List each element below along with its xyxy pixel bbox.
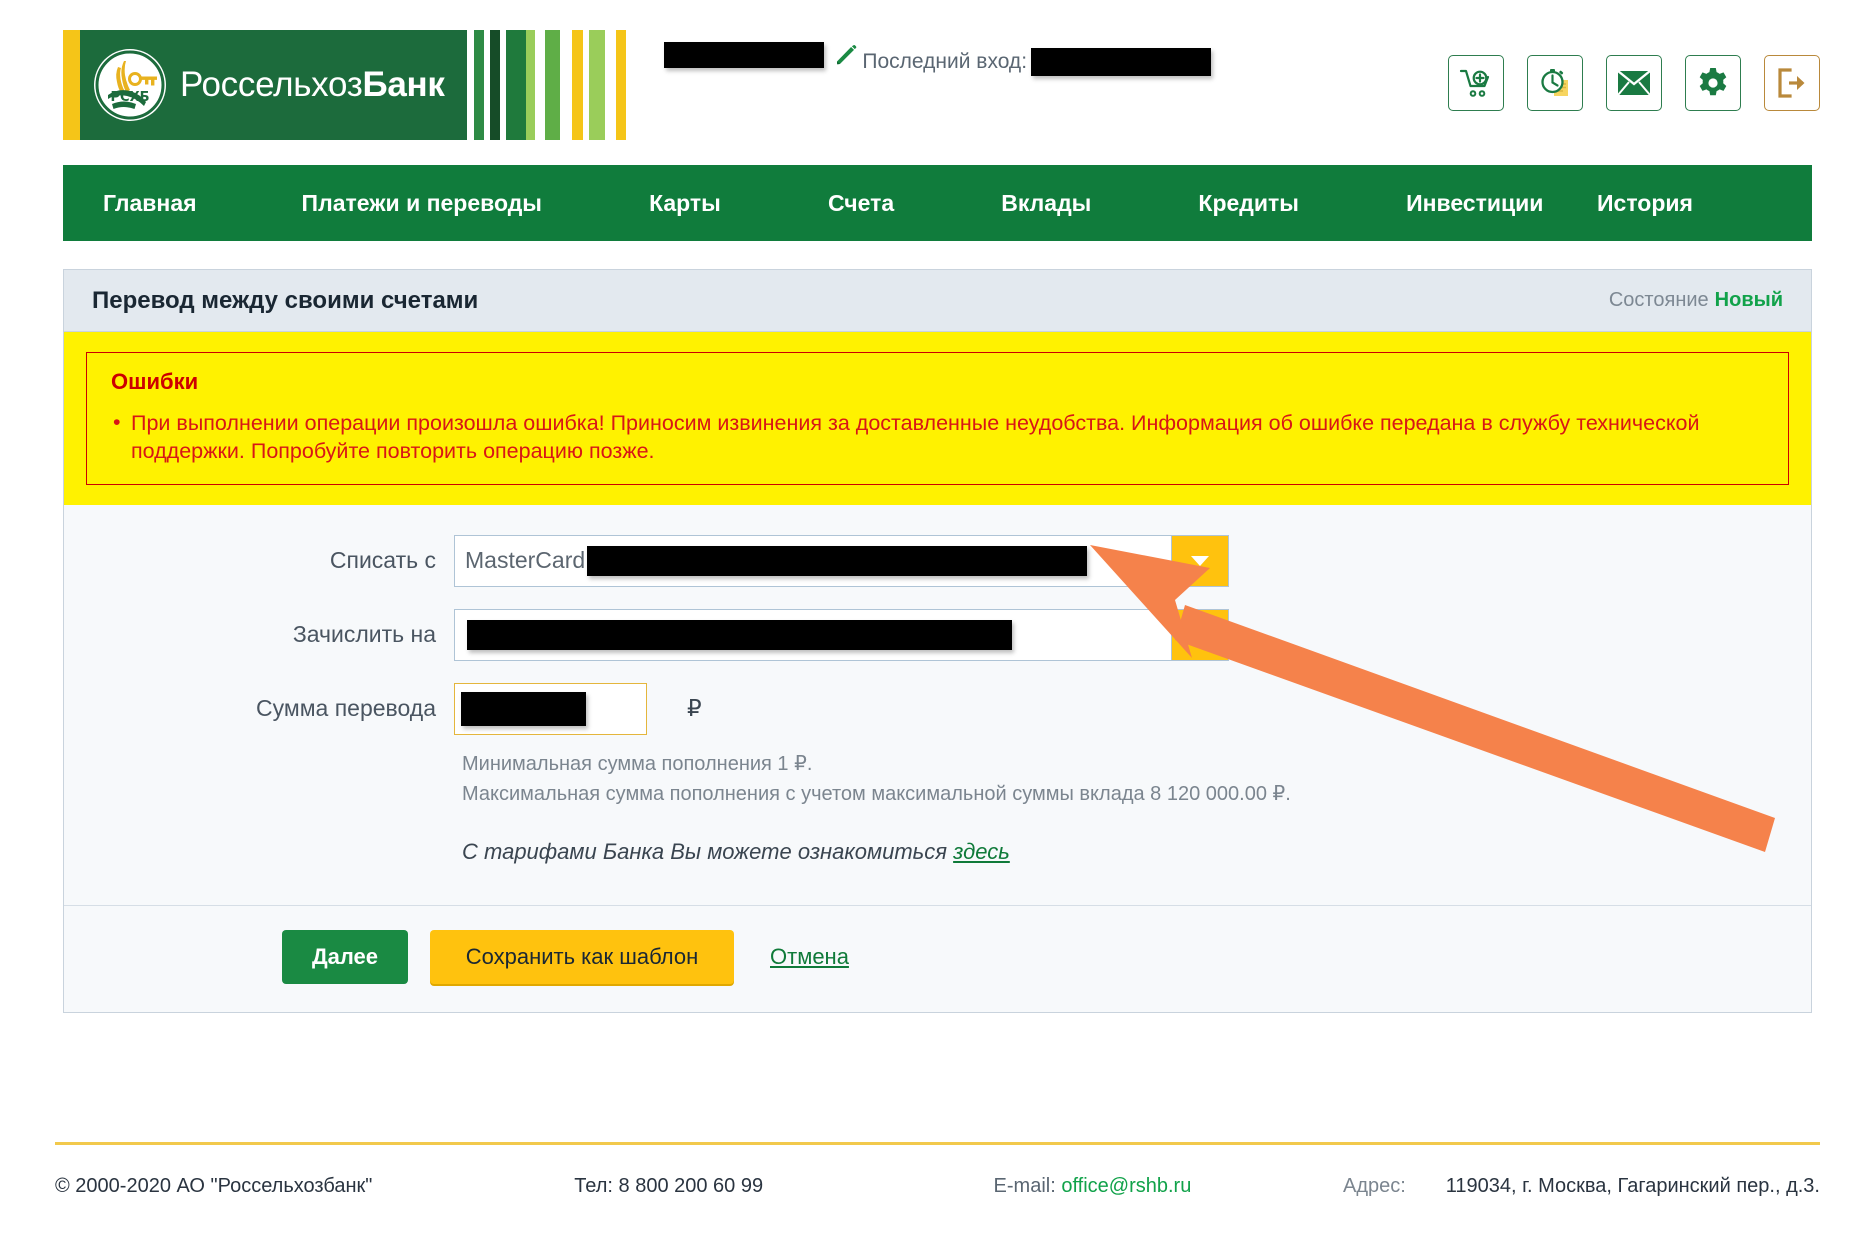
logo-yellow-edge	[63, 30, 80, 140]
form-action-bar: Далее Сохранить как шаблон Отмена	[64, 904, 1811, 1012]
amount-redacted	[461, 691, 586, 726]
to-account-select[interactable]	[454, 608, 1229, 661]
error-box: Ошибки При выполнении операции произошла…	[86, 352, 1789, 485]
save-as-template-button[interactable]: Сохранить как шаблон	[430, 929, 734, 984]
footer-copyright: © 2000-2020 АО "Россельхозбанк"	[55, 1175, 373, 1197]
nav-item-home[interactable]: Главная	[63, 190, 248, 217]
status-label: Состояние	[1608, 289, 1709, 311]
page-title: Перевод между своими счетами	[92, 286, 479, 314]
error-message-item: При выполнении операции произошла ошибка…	[111, 408, 1764, 466]
logo-word-light: Россельхоз	[180, 65, 363, 104]
card-header: Перевод между своими счетами Состояние Но…	[64, 270, 1811, 332]
from-account-label: Списать с	[329, 547, 436, 574]
logo-word-bold: Банк	[362, 65, 445, 104]
from-account-chevron-down-icon[interactable]	[1171, 535, 1228, 586]
cart-add-icon[interactable]	[1448, 55, 1504, 111]
to-account-chevron-down-icon[interactable]	[1171, 609, 1228, 660]
logout-icon[interactable]	[1764, 55, 1820, 111]
bank-logo[interactable]: РСХБ РоссельхозБанк	[63, 30, 626, 140]
user-name-redacted	[663, 42, 824, 68]
nav-item-cards[interactable]: Карты	[596, 190, 775, 217]
next-button[interactable]: Далее	[282, 929, 408, 984]
page-header: РСХБ РоссельхозБанк Последний вход:	[0, 0, 1875, 165]
user-name-row	[663, 42, 858, 68]
transfer-form: Списать с MasterCard Зачислить на Сумма …	[64, 504, 1811, 905]
status-badge: Состояние Новый	[1609, 289, 1783, 312]
logo-wordmark: РоссельхозБанк	[180, 65, 445, 105]
status-value: Новый	[1714, 289, 1783, 311]
to-account-value	[455, 610, 1171, 660]
tariffs-link[interactable]: здесь	[953, 839, 1010, 864]
footer-email: E-mail: office@rshb.ru	[994, 1175, 1343, 1198]
from-account-value: MasterCard	[455, 536, 1171, 586]
last-login-label: Последний вход:	[862, 50, 1028, 73]
amount-hint-max: Максимальная сумма пополнения с учетом м…	[462, 782, 1291, 805]
footer-address-label: Адрес:	[1342, 1175, 1406, 1197]
footer-email-label: E-mail:	[993, 1175, 1056, 1197]
error-banner: Ошибки При выполнении операции произошла…	[64, 332, 1811, 505]
page-footer: © 2000-2020 АО "Россельхозбанк" Тел: 8 8…	[0, 1142, 1875, 1252]
from-account-select[interactable]: MasterCard	[454, 534, 1229, 587]
nav-item-accounts[interactable]: Счета	[774, 190, 947, 217]
from-account-text: MasterCard	[465, 547, 586, 574]
nav-item-credits[interactable]: Кредиты	[1145, 190, 1353, 217]
form-row-amount: Сумма перевода ₽	[64, 682, 1811, 735]
cancel-link[interactable]: Отмена	[770, 944, 849, 970]
from-account-redacted	[587, 545, 1088, 576]
amount-hint-min: Минимальная сумма пополнения 1 ₽.	[462, 752, 813, 775]
last-login-redacted	[1031, 48, 1212, 76]
to-account-redacted	[467, 619, 1012, 650]
gear-icon[interactable]	[1685, 55, 1741, 111]
nav-item-deposits[interactable]: Вклады	[948, 190, 1145, 217]
nav-item-payments[interactable]: Платежи и переводы	[248, 190, 596, 217]
footer-email-value[interactable]: office@rshb.ru	[1061, 1175, 1191, 1197]
nav-item-history[interactable]: История	[1597, 190, 1812, 217]
amount-label: Сумма перевода	[256, 695, 436, 722]
logo-stripes	[473, 30, 626, 140]
tariffs-text: С тарифами Банка Вы можете ознакомиться	[462, 838, 947, 864]
error-message-list: При выполнении операции произошла ошибка…	[111, 408, 1764, 466]
svg-text:РСХБ: РСХБ	[111, 90, 150, 105]
mail-icon[interactable]	[1606, 55, 1662, 111]
form-row-to: Зачислить на	[64, 608, 1811, 661]
footer-content: © 2000-2020 АО "Россельхозбанк" Тел: 8 8…	[0, 1145, 1875, 1198]
footer-address-value: 119034, г. Москва, Гагаринский пер., д.3…	[1445, 1175, 1820, 1197]
form-row-from: Списать с MasterCard	[64, 534, 1811, 587]
history-clock-icon[interactable]	[1527, 55, 1583, 111]
wheat-key-emblem-icon: РСХБ	[94, 49, 166, 121]
currency-symbol: ₽	[687, 695, 702, 722]
tariffs-note: С тарифами Банка Вы можете ознакомиться …	[462, 839, 1811, 865]
last-login-row: Последний вход:	[862, 48, 1212, 76]
to-account-label: Зачислить на	[292, 621, 436, 648]
header-icon-bar	[1448, 55, 1820, 111]
footer-phone: Тел: 8 800 200 60 99	[574, 1175, 764, 1197]
logo-green-panel: РСХБ РоссельхозБанк	[80, 30, 467, 140]
pencil-icon[interactable]	[834, 43, 858, 67]
main-navigation: Главная Платежи и переводы Карты Счета В…	[63, 165, 1812, 241]
transfer-card: Перевод между своими счетами Состояние Но…	[63, 269, 1812, 1013]
error-title: Ошибки	[111, 369, 199, 394]
nav-item-investments[interactable]: Инвестиции	[1353, 190, 1597, 217]
amount-input[interactable]	[454, 682, 647, 735]
